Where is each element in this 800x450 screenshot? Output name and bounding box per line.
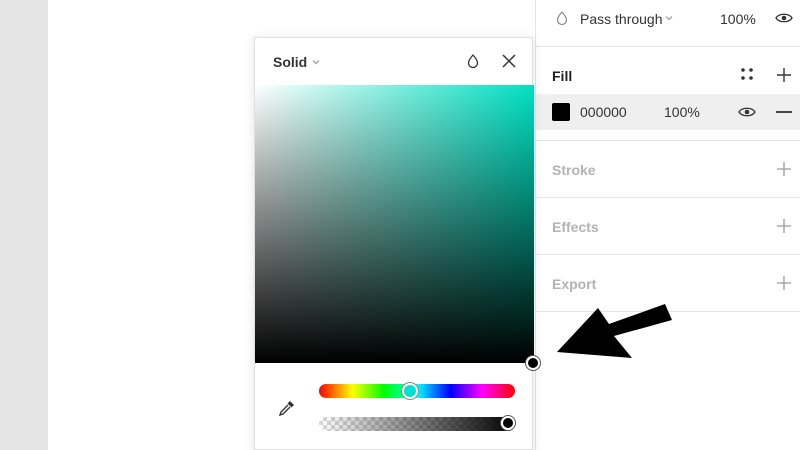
fill-row[interactable]: 000000 100% [536, 94, 800, 130]
fill-type-dropdown[interactable]: Solid [273, 54, 307, 70]
opacity-slider[interactable] [319, 417, 515, 431]
drop-icon [556, 11, 568, 26]
eye-icon[interactable] [738, 104, 756, 120]
saturation-value-area[interactable] [255, 85, 534, 363]
stroke-section-title: Stroke [552, 162, 596, 178]
layer-opacity-input[interactable]: 100% [720, 11, 756, 27]
chevron-down-icon[interactable] [311, 57, 321, 67]
add-export-plus-icon[interactable] [776, 275, 792, 291]
eye-icon[interactable] [775, 10, 793, 26]
fill-section-title: Fill [552, 68, 573, 84]
divider [536, 254, 800, 255]
arrow-pointer-icon [557, 304, 672, 358]
effects-section-title: Effects [552, 219, 599, 235]
color-picker-popup: Solid [254, 37, 534, 450]
picker-header: Solid [255, 38, 534, 86]
color-position-handle[interactable] [526, 356, 540, 370]
eyedropper-icon[interactable] [277, 398, 297, 418]
fill-color-swatch[interactable] [552, 103, 570, 121]
fill-hex-input[interactable]: 000000 [580, 104, 627, 120]
export-section-title: Export [552, 276, 597, 292]
divider [536, 197, 800, 198]
drop-icon[interactable] [465, 53, 481, 69]
grid-dots-icon[interactable] [740, 67, 754, 81]
layer-row: Pass through 100% [536, 0, 800, 46]
close-icon[interactable] [501, 53, 517, 69]
blend-mode-dropdown[interactable]: Pass through [580, 11, 663, 27]
divider [536, 46, 800, 47]
divider [536, 140, 800, 141]
chevron-down-icon[interactable] [664, 13, 674, 23]
fill-opacity-input[interactable]: 100% [664, 104, 700, 120]
add-fill-plus-icon[interactable] [776, 67, 792, 83]
left-sidebar-strip [0, 0, 48, 450]
add-stroke-plus-icon[interactable] [776, 161, 792, 177]
properties-panel: Pass through 100% Fill 000000 100% Strok… [535, 0, 800, 450]
hue-slider-handle[interactable] [402, 383, 418, 399]
opacity-slider-handle[interactable] [501, 416, 515, 430]
add-effect-plus-icon[interactable] [776, 218, 792, 234]
remove-fill-minus-icon[interactable] [776, 111, 792, 113]
